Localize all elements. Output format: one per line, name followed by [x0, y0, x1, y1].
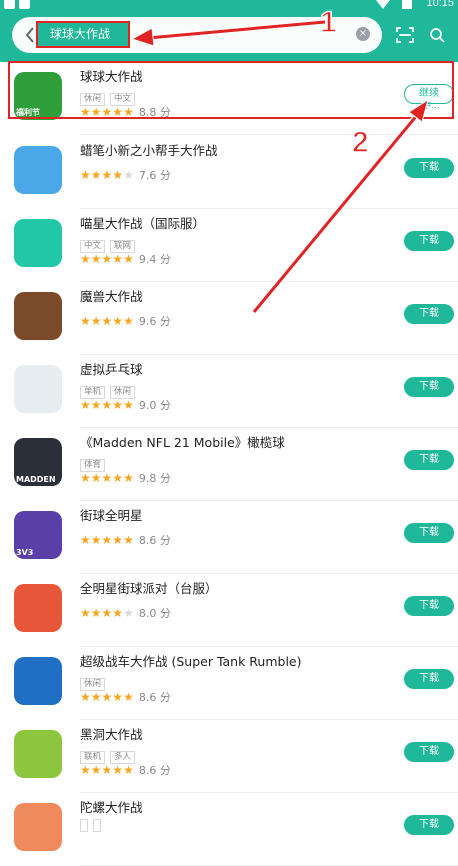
- app-tags: 单机 休闲: [80, 379, 140, 399]
- app-rating: ★★★★★ 9.0 分: [80, 397, 171, 413]
- rating-score: 7.6 分: [138, 169, 171, 182]
- app-rating: ★★★★★ 9.4 分: [80, 251, 171, 267]
- rating-score: 8.6 分: [138, 764, 171, 777]
- download-button[interactable]: 下载: [404, 523, 454, 543]
- app-icon[interactable]: [14, 803, 62, 851]
- app-list-item[interactable]: 虚拟乒乓球 单机 休闲 ★★★★★ 9.0 分 下载: [0, 355, 458, 428]
- app-name[interactable]: 魔兽大作战: [80, 286, 143, 305]
- app-tags: 中文 联网: [80, 233, 140, 253]
- highlight-box: [8, 61, 454, 119]
- app-list-item[interactable]: 魔兽大作战 ★★★★★ 9.6 分 下载: [0, 282, 458, 355]
- app-name[interactable]: 蜡笔小新之小帮手大作战: [80, 140, 218, 159]
- download-button[interactable]: 下载: [404, 669, 454, 689]
- download-button[interactable]: 下载: [404, 450, 454, 470]
- rating-score: 9.8 分: [138, 472, 171, 485]
- app-icon-label: MADDEN: [16, 475, 56, 484]
- app-icon[interactable]: 3V3: [14, 511, 62, 559]
- app-list-item[interactable]: 超级战车大作战 (Super Tank Rumble) 休闲 ★★★★★ 8.6 分 下…: [0, 647, 458, 720]
- app-tags: 联机 多人: [80, 744, 140, 764]
- app-name[interactable]: 喵星大作战（国际服）: [80, 213, 205, 232]
- app-name[interactable]: 虚拟乒乓球: [80, 359, 143, 378]
- app-icon[interactable]: [14, 146, 62, 194]
- download-button[interactable]: 下载: [404, 742, 454, 762]
- app-header: 10:15 球球大作战 ×: [0, 0, 458, 62]
- status-icon: [19, 0, 30, 9]
- star-rating-icon: ★★★★★: [80, 763, 134, 777]
- app-icon[interactable]: MADDEN: [14, 438, 62, 486]
- app-tags: 体育: [80, 452, 110, 472]
- app-name[interactable]: 街球全明星: [80, 505, 143, 524]
- app-rating: ★★★★★ 8.6 分: [80, 532, 171, 548]
- search-icon[interactable]: [429, 27, 445, 43]
- app-tags: 休闲: [80, 671, 110, 691]
- rating-score: 8.0 分: [138, 607, 171, 620]
- app-name[interactable]: 黑洞大作战: [80, 724, 143, 743]
- app-list-item[interactable]: MADDEN 《Madden NFL 21 Mobile》橄榄球 体育 ★★★★★ 9.…: [0, 428, 458, 501]
- app-icon-label: 3V3: [16, 548, 34, 557]
- app-rating: ★★★★★ 8.0 分: [80, 605, 171, 621]
- download-button[interactable]: 下载: [404, 304, 454, 324]
- status-bar: 10:15: [0, 0, 458, 12]
- download-button[interactable]: 下载: [404, 377, 454, 397]
- app-list-item[interactable]: 3V3 街球全明星 ★★★★★ 8.6 分 下载: [0, 501, 458, 574]
- star-rating-icon: ★★★★★: [80, 690, 134, 704]
- divider: [80, 134, 458, 135]
- search-input[interactable]: 球球大作战: [50, 25, 110, 42]
- clear-search-icon[interactable]: ×: [356, 27, 370, 41]
- app-tag: [93, 819, 101, 832]
- app-icon[interactable]: [14, 219, 62, 267]
- rating-score: 8.6 分: [138, 534, 171, 547]
- app-list-item[interactable]: 黑洞大作战 联机 多人 ★★★★★ 8.6 分 下载: [0, 720, 458, 793]
- star-rating-icon: ★★★★★: [80, 252, 134, 266]
- app-tags: [80, 817, 106, 832]
- star-rating-icon: ★★★★★: [80, 606, 134, 620]
- app-list-item[interactable]: 喵星大作战（国际服） 中文 联网 ★★★★★ 9.4 分 下载: [0, 209, 458, 282]
- star-rating-icon: ★★★★★: [80, 398, 134, 412]
- status-icon: [4, 0, 15, 9]
- download-button[interactable]: 下载: [404, 231, 454, 251]
- rating-score: 9.6 分: [138, 315, 171, 328]
- star-rating-icon: ★★★★★: [80, 533, 134, 547]
- app-icon[interactable]: [14, 657, 62, 705]
- app-rating: ★★★★★ 9.8 分: [80, 470, 171, 486]
- app-name[interactable]: 《Madden NFL 21 Mobile》橄榄球: [80, 432, 285, 451]
- status-time: 10:15: [426, 0, 454, 9]
- app-list-item[interactable]: 全明星街球派对（台服） ★★★★★ 8.0 分 下载: [0, 574, 458, 647]
- download-button[interactable]: 下载: [404, 815, 454, 835]
- app-list-item[interactable]: 蜡笔小新之小帮手大作战 ★★★★★ 7.6 分 下载: [0, 136, 458, 209]
- rating-score: 9.4 分: [138, 253, 171, 266]
- app-icon[interactable]: [14, 730, 62, 778]
- app-name[interactable]: 陀螺大作战: [80, 797, 143, 816]
- app-tag: [80, 819, 88, 832]
- app-icon[interactable]: [14, 292, 62, 340]
- scan-icon[interactable]: [396, 26, 414, 44]
- app-name[interactable]: 全明星街球派对（台服）: [80, 578, 218, 597]
- app-rating: ★★★★★ 9.6 分: [80, 313, 171, 329]
- wifi-icon: [376, 0, 390, 9]
- star-rating-icon: ★★★★★: [80, 168, 134, 182]
- app-icon[interactable]: [14, 365, 62, 413]
- app-list-item[interactable]: 陀螺大作战下载: [0, 793, 458, 866]
- rating-score: 9.0 分: [138, 399, 171, 412]
- download-button[interactable]: 下载: [404, 158, 454, 178]
- app-name[interactable]: 超级战车大作战 (Super Tank Rumble): [80, 651, 302, 670]
- app-icon[interactable]: [14, 584, 62, 632]
- app-rating: ★★★★★ 7.6 分: [80, 167, 171, 183]
- download-button[interactable]: 下载: [404, 596, 454, 616]
- star-rating-icon: ★★★★★: [80, 314, 134, 328]
- app-rating: ★★★★★ 8.6 分: [80, 689, 171, 705]
- star-rating-icon: ★★★★★: [80, 471, 134, 485]
- rating-score: 8.6 分: [138, 691, 171, 704]
- app-rating: ★★★★★ 8.6 分: [80, 762, 171, 778]
- battery-icon: [402, 0, 412, 9]
